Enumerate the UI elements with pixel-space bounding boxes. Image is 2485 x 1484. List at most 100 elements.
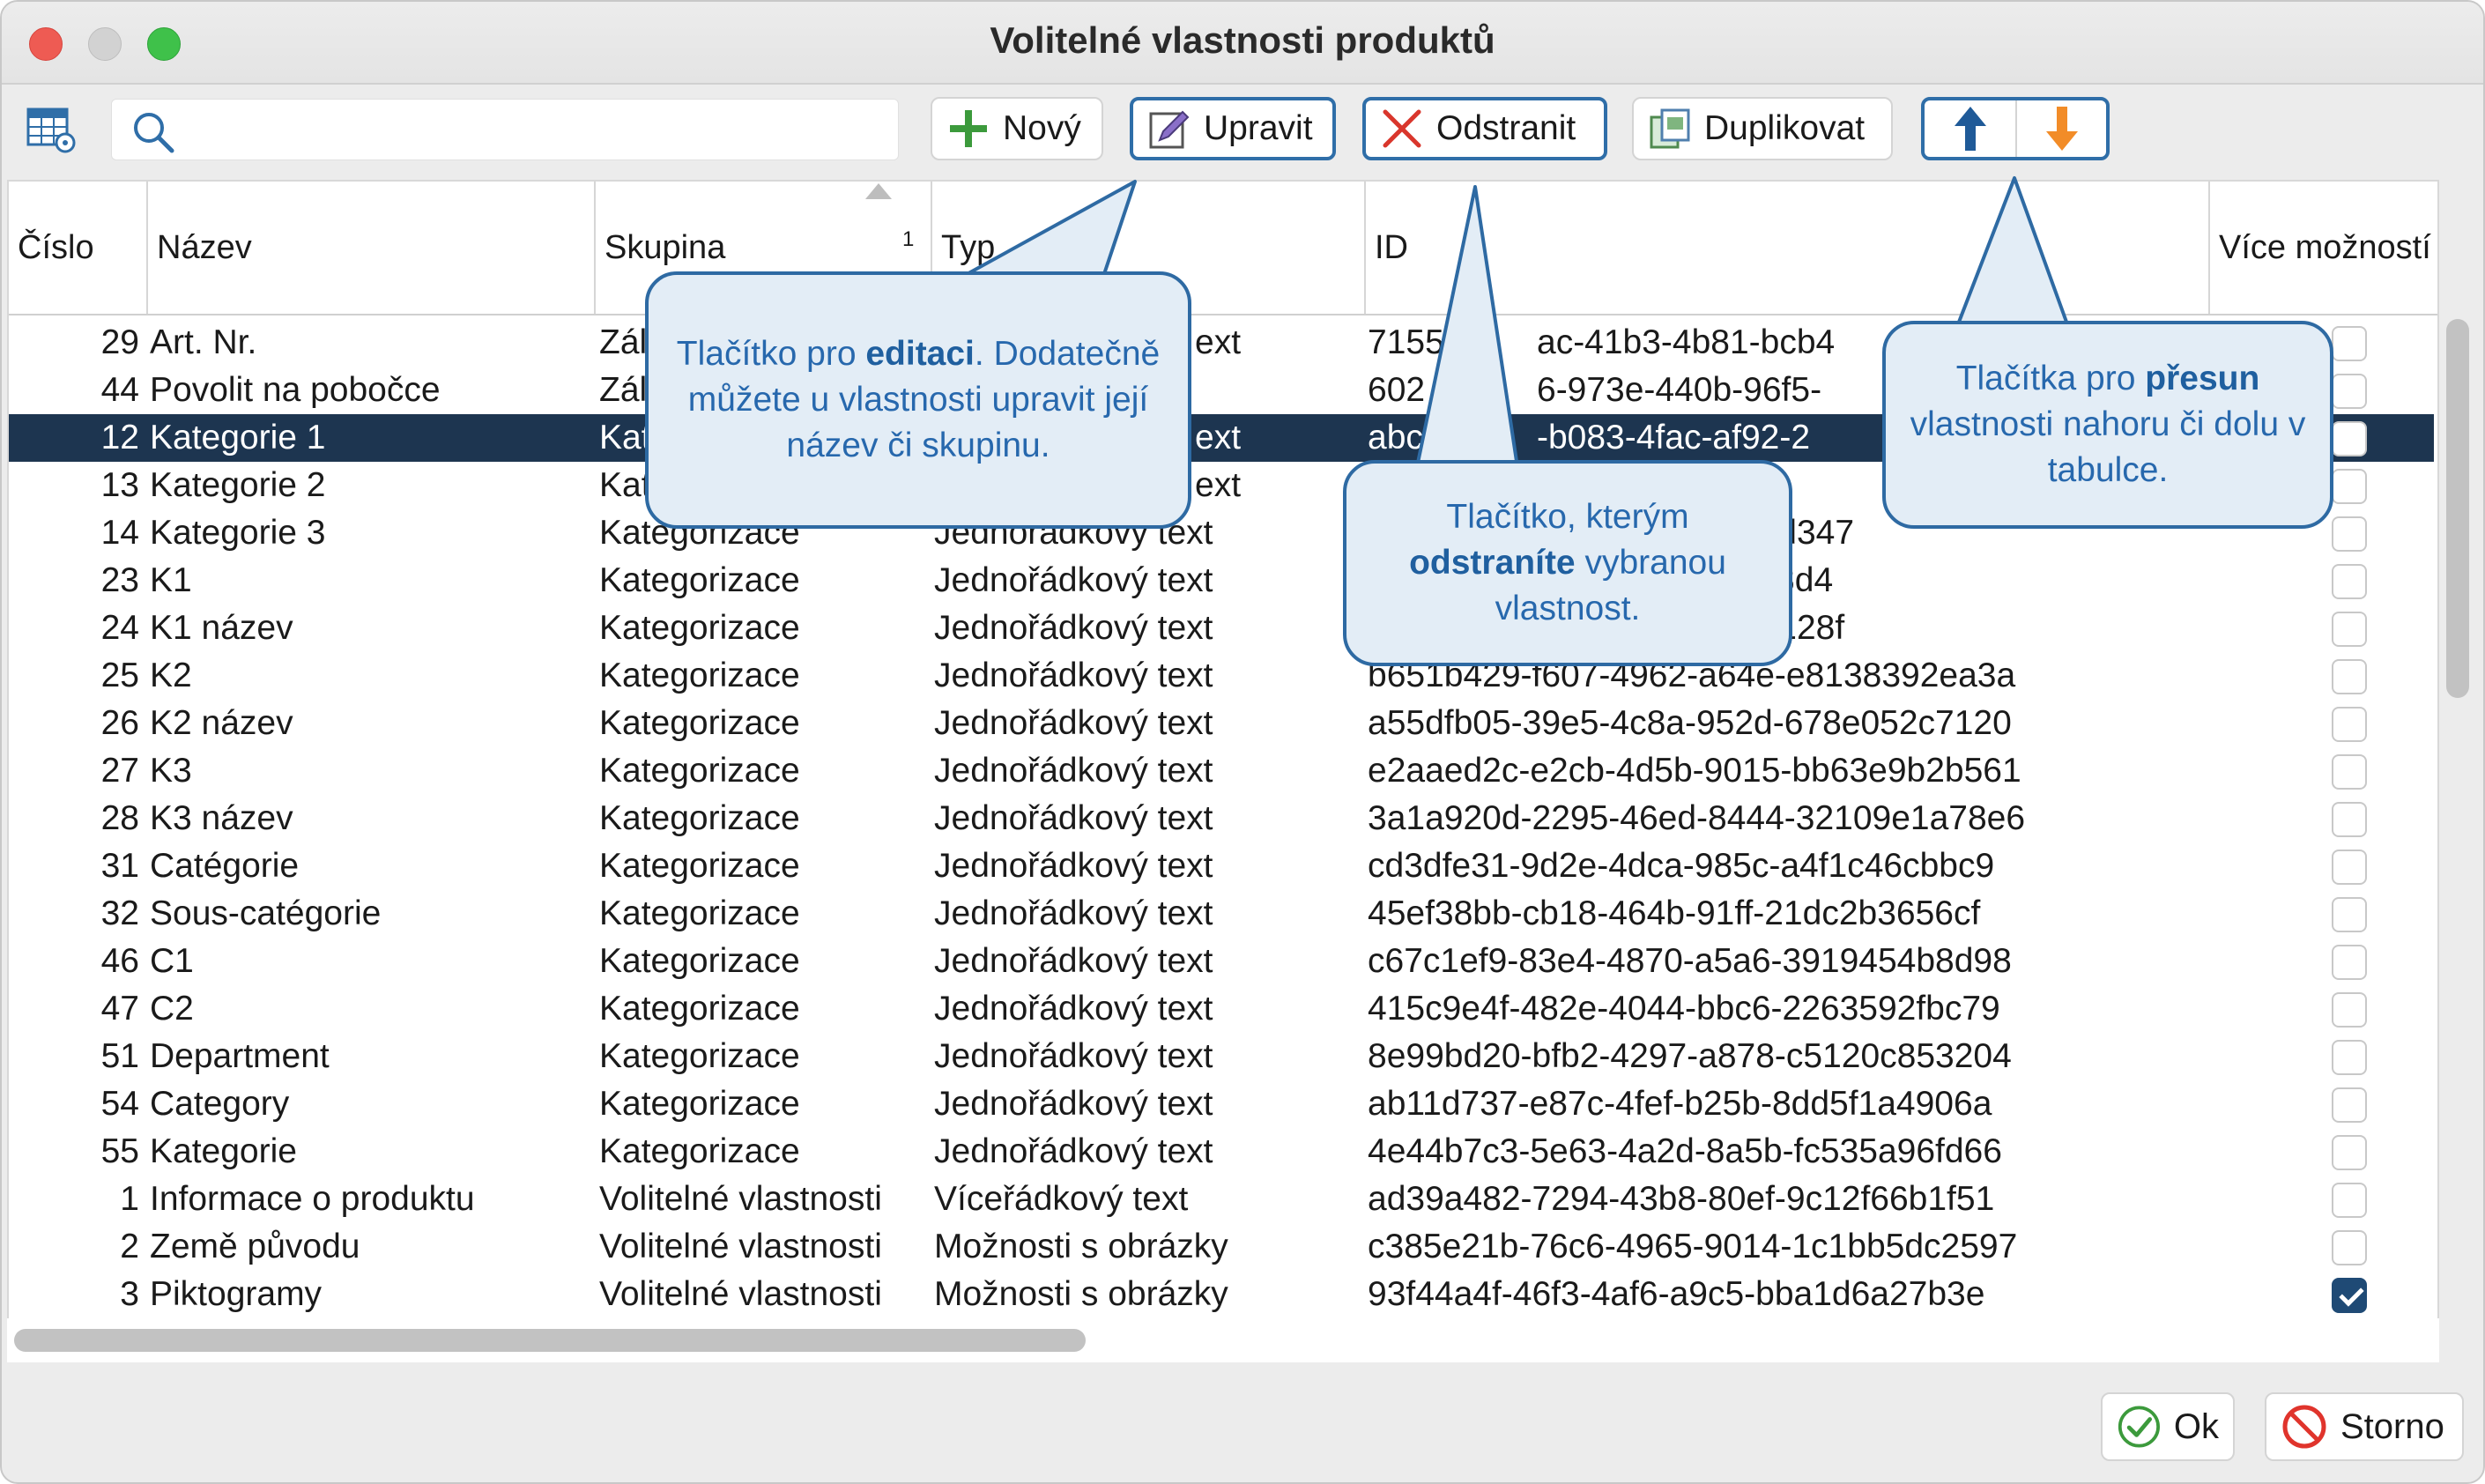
cancel-button-label: Storno: [2340, 1406, 2444, 1446]
vice-moznosti-checkbox[interactable]: [2332, 612, 2367, 647]
callout-move-text: Tlačítka pro přesun vlastnosti nahoru či…: [1910, 360, 2306, 489]
vice-moznosti-checkbox[interactable]: [2332, 754, 2367, 790]
table-settings-icon[interactable]: [26, 106, 78, 155]
check-circle-icon: [2118, 1406, 2160, 1448]
cell-id: cd3dfe31-9d2e-4dca-985c-a4f1c46cbbc9: [1368, 847, 1995, 885]
cell-cislo: 27: [100, 752, 139, 790]
cell-cislo: 44: [100, 371, 139, 409]
cell-cislo: 3: [120, 1275, 139, 1313]
cancel-button[interactable]: Storno: [2265, 1392, 2464, 1461]
vice-moznosti-checkbox[interactable]: [2332, 1135, 2367, 1170]
table-row[interactable]: 32 Sous-catégorie Kategorizace Jednořádkový…: [9, 890, 2434, 938]
cell-skupina: Kategorizace: [599, 752, 800, 790]
cell-typ: Víceřádkový text: [934, 1180, 1189, 1218]
column-header-vice-moznosti[interactable]: Více možností: [2210, 182, 2437, 314]
column-header-cislo[interactable]: Číslo: [9, 182, 148, 314]
table-row[interactable]: 54 Category Kategorizace Jednořádkový text a…: [9, 1080, 2434, 1128]
vice-moznosti-checkbox[interactable]: [2332, 897, 2367, 932]
cell-cislo: 24: [100, 609, 139, 647]
vice-moznosti-checkbox[interactable]: [2332, 659, 2367, 694]
column-header-nazev[interactable]: Název: [148, 182, 596, 314]
vice-moznosti-checkbox[interactable]: [2332, 1040, 2367, 1075]
delete-button[interactable]: Odstranit: [1362, 97, 1607, 160]
table-row[interactable]: 28 K3 název Kategorizace Jednořádkový text 3…: [9, 795, 2434, 842]
vice-moznosti-checkbox[interactable]: [2332, 421, 2367, 456]
cell-cislo: 32: [100, 894, 139, 932]
vice-moznosti-checkbox[interactable]: [2332, 850, 2367, 885]
cell-nazev: Kategorie: [150, 1132, 297, 1170]
table-row[interactable]: 23K1KategorizaceJednořádkový textad6f-6c…: [9, 557, 2434, 605]
cell-typ-visible-tail: ext: [1195, 323, 1242, 361]
edit-button[interactable]: Upravit: [1130, 97, 1336, 160]
cell-id: ad39a482-7294-43b8-80ef-9c12f66b1f51: [1368, 1180, 1995, 1218]
cell-cislo: 1: [120, 1180, 139, 1218]
move-down-button[interactable]: [2015, 100, 2106, 157]
duplicate-button[interactable]: Duplikovat: [1632, 97, 1893, 160]
vice-moznosti-checkbox[interactable]: [2332, 1087, 2367, 1123]
cell-nazev: Department: [150, 1037, 330, 1075]
toolbar: Nový Upravit Odstranit Duplikovat: [2, 86, 2483, 178]
cell-nazev: Piktogramy: [150, 1275, 323, 1313]
vice-moznosti-checkbox[interactable]: [2332, 945, 2367, 980]
table-row[interactable]: 25 K2 Kategorizace Jednořádkový text b651b42…: [9, 652, 2434, 700]
cell-nazev: C2: [150, 990, 194, 1028]
horizontal-scrollbar[interactable]: [14, 1329, 1086, 1352]
cell-cislo: 14: [100, 514, 139, 552]
sort-index: 1: [902, 227, 915, 251]
cell-cislo: 55: [100, 1132, 139, 1170]
ok-button[interactable]: Ok: [2101, 1392, 2235, 1461]
cell-id: e2aaed2c-e2cb-4d5b-9015-bb63e9b2b561: [1368, 752, 2021, 790]
cell-typ-visible-tail: ext: [1195, 466, 1242, 504]
vice-moznosti-checkbox[interactable]: [2332, 1183, 2367, 1218]
table-row[interactable]: 55 Kategorie Kategorizace Jednořádkový text…: [9, 1128, 2434, 1176]
cell-nazev: K1: [150, 561, 192, 599]
vice-moznosti-checkbox[interactable]: [2332, 1278, 2367, 1313]
search-input[interactable]: [191, 110, 879, 151]
table-row[interactable]: 26 K2 název Kategorizace Jednořádkový text a…: [9, 700, 2434, 747]
table-row[interactable]: 1 Informace o produktu Volitelné vlastnost…: [9, 1176, 2434, 1223]
vice-moznosti-checkbox[interactable]: [2332, 326, 2367, 361]
new-button[interactable]: Nový: [931, 97, 1103, 160]
cell-cislo: 28: [100, 799, 139, 837]
table-row[interactable]: 31 Catégorie Kategorizace Jednořádkový text…: [9, 842, 2434, 890]
table-row[interactable]: 2 Země původu Volitelné vlastnosti Možnosti…: [9, 1223, 2434, 1271]
search-icon: [134, 113, 174, 153]
cell-typ: Jednořádkový text: [934, 657, 1213, 694]
vice-moznosti-checkbox[interactable]: [2332, 802, 2367, 837]
vice-moznosti-checkbox[interactable]: [2332, 564, 2367, 599]
cell-id: c385e21b-76c6-4965-9014-1c1bb5dc2597: [1368, 1228, 2018, 1265]
vice-moznosti-checkbox[interactable]: [2332, 992, 2367, 1028]
cell-skupina: Kategorizace: [599, 847, 800, 885]
callout-delete: Tlačítko, kterým odstraníte vybranou vla…: [1343, 460, 1792, 666]
cell-id: 93f44a4f-46f3-4af6-a9c5-bba1d6a27b3e: [1368, 1275, 1985, 1313]
vice-moznosti-checkbox[interactable]: [2332, 374, 2367, 409]
column-header-id[interactable]: ID: [1366, 182, 2210, 314]
table-row[interactable]: 27 K3 Kategorizace Jednořádkový text e2aaed2…: [9, 747, 2434, 795]
table-row[interactable]: 46 C1 Kategorizace Jednořádkový text c67c1ef…: [9, 938, 2434, 985]
table-row[interactable]: 47 C2 Kategorizace Jednořádkový text 415c9e4…: [9, 985, 2434, 1033]
table-row[interactable]: 51 Department Kategorizace Jednořádkový tex…: [9, 1033, 2434, 1080]
vice-moznosti-checkbox[interactable]: [2332, 469, 2367, 504]
cell-nazev: Category: [150, 1085, 290, 1123]
vice-moznosti-checkbox[interactable]: [2332, 1230, 2367, 1265]
cell-cislo: 46: [100, 942, 139, 980]
cell-nazev: Země původu: [150, 1228, 360, 1265]
cell-typ: Jednořádkový text: [934, 1132, 1213, 1170]
table-row[interactable]: 3 Piktogramy Volitelné vlastnosti Možnosti …: [9, 1271, 2434, 1318]
callout-edit-text: Tlačítko pro editaci. Dodatečně můžete u…: [676, 335, 1161, 464]
edit-button-label: Upravit: [1204, 109, 1313, 147]
vice-moznosti-checkbox[interactable]: [2332, 707, 2367, 742]
cell-cislo: 54: [100, 1085, 139, 1123]
cell-skupina: Kategorizace: [599, 990, 800, 1028]
vice-moznosti-checkbox[interactable]: [2332, 516, 2367, 552]
vertical-scrollbar[interactable]: [2446, 319, 2469, 698]
duplicate-button-label: Duplikovat: [1704, 109, 1866, 147]
cell-nazev: Kategorie 1: [150, 419, 326, 456]
ok-button-label: Ok: [2173, 1406, 2219, 1446]
move-up-button[interactable]: [1925, 100, 2015, 157]
cell-skupina: Kategorizace: [599, 704, 800, 742]
table-row[interactable]: 24K1 názevKategorizaceJednořádkový text8…: [9, 605, 2434, 652]
cell-cislo: 23: [100, 561, 139, 599]
cell-typ: Jednořádkový text: [934, 704, 1213, 742]
cell-cislo: 2: [120, 1228, 139, 1265]
